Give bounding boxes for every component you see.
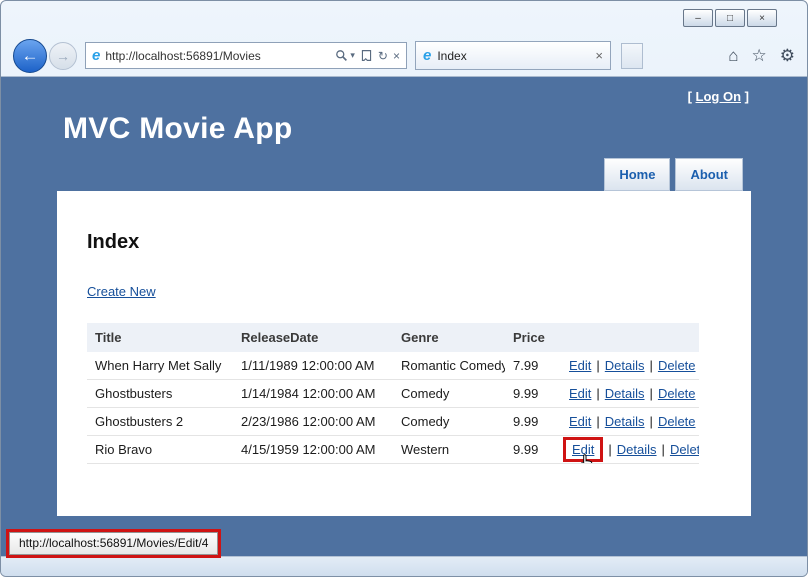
logon-bracket-open: [ — [688, 89, 692, 104]
address-bar[interactable]: e http://localhost:56891/Movies ▾ ↻ × — [85, 42, 407, 69]
search-dropdown-icon[interactable]: ▾ — [350, 50, 355, 61]
header-genre: Genre — [393, 323, 505, 352]
table-header-row: Title ReleaseDate Genre Price — [87, 323, 699, 352]
cell-actions: Edit | Details | Delete — [561, 352, 699, 380]
compatibility-view-icon[interactable] — [360, 49, 373, 62]
details-link[interactable]: Details — [605, 358, 645, 373]
content-card: Index Create New Title ReleaseDate Genre… — [57, 191, 751, 516]
separator: | — [596, 358, 599, 373]
stop-icon[interactable]: × — [393, 49, 400, 63]
table-row: Ghostbusters 2 2/23/1986 12:00:00 AM Com… — [87, 408, 699, 436]
table-row: Ghostbusters 1/14/1984 12:00:00 AM Comed… — [87, 380, 699, 408]
details-link[interactable]: Details — [605, 386, 645, 401]
separator: | — [650, 358, 653, 373]
forward-arrow-icon: → — [56, 48, 70, 64]
separator: | — [608, 442, 611, 457]
browser-toolbar: ← → e http://localhost:56891/Movies ▾ ↻ … — [1, 35, 807, 77]
cell-release-date: 1/14/1984 12:00:00 AM — [233, 380, 393, 408]
page-body: [ Log On ] MVC Movie App Home About Inde… — [1, 77, 807, 556]
cell-price: 9.99 — [505, 436, 561, 464]
gear-icon[interactable]: ⚙ — [780, 46, 795, 66]
separator: | — [650, 386, 653, 401]
browser-tab[interactable]: e Index × — [415, 41, 611, 70]
movies-table: Title ReleaseDate Genre Price When Harry… — [87, 323, 699, 464]
home-icon[interactable]: ⌂ — [728, 46, 738, 66]
tab-title: Index — [437, 49, 466, 63]
cell-title: Rio Bravo — [87, 436, 233, 464]
tab-ie-icon: e — [423, 47, 431, 64]
new-tab-button[interactable] — [621, 43, 643, 69]
cell-title: Ghostbusters — [87, 380, 233, 408]
page-title: Index — [87, 231, 721, 254]
separator: | — [650, 414, 653, 429]
logon-link[interactable]: Log On — [696, 89, 742, 104]
separator: | — [662, 442, 665, 457]
edit-link[interactable]: Edit — [569, 358, 591, 373]
table-row: Rio Bravo 4/15/1959 12:00:00 AM Western … — [87, 436, 699, 464]
cell-genre: Comedy — [393, 408, 505, 436]
header-release-date: ReleaseDate — [233, 323, 393, 352]
back-button[interactable]: ← — [13, 39, 47, 73]
cell-release-date: 2/23/1986 12:00:00 AM — [233, 408, 393, 436]
window-controls: – □ × — [683, 9, 777, 27]
cell-actions: Edit | Details | Delete — [561, 436, 699, 464]
main-nav: Home About — [57, 158, 751, 191]
edit-link[interactable]: Edit — [572, 442, 594, 457]
ie-icon: e — [92, 47, 100, 64]
edit-link[interactable]: Edit — [569, 414, 591, 429]
close-button[interactable]: × — [747, 9, 777, 27]
cell-release-date: 1/11/1989 12:00:00 AM — [233, 352, 393, 380]
table-row: When Harry Met Sally 1/11/1989 12:00:00 … — [87, 352, 699, 380]
cell-genre: Western — [393, 436, 505, 464]
nav-tab-home[interactable]: Home — [604, 158, 670, 191]
create-new-link[interactable]: Create New — [87, 284, 156, 299]
toolbar-right-icons: ⌂ ☆ ⚙ — [728, 46, 795, 66]
details-link[interactable]: Details — [605, 414, 645, 429]
delete-link[interactable]: Delete — [658, 386, 696, 401]
cell-price: 7.99 — [505, 352, 561, 380]
app-title: MVC Movie App — [63, 112, 751, 146]
delete-link[interactable]: Delete — [670, 442, 699, 457]
window-bottom-frame — [1, 556, 807, 576]
search-icon[interactable] — [335, 49, 348, 62]
nav-tab-about[interactable]: About — [675, 158, 743, 191]
back-arrow-icon: ← — [22, 46, 39, 66]
edit-link-highlight-box: Edit — [563, 437, 603, 462]
delete-link[interactable]: Delete — [658, 414, 696, 429]
status-url-highlight-box: http://localhost:56891/Movies/Edit/4 — [6, 529, 221, 558]
logon-bracket-close: ] — [745, 89, 749, 104]
favorites-star-icon[interactable]: ☆ — [752, 46, 767, 66]
cell-genre: Comedy — [393, 380, 505, 408]
delete-link[interactable]: Delete — [658, 358, 696, 373]
separator: | — [596, 386, 599, 401]
tab-close-icon[interactable]: × — [595, 48, 603, 63]
window-titlebar[interactable]: – □ × — [1, 1, 807, 35]
address-url[interactable]: http://localhost:56891/Movies — [105, 49, 330, 63]
edit-link[interactable]: Edit — [569, 386, 591, 401]
cell-actions: Edit | Details | Delete — [561, 408, 699, 436]
cell-release-date: 4/15/1959 12:00:00 AM — [233, 436, 393, 464]
header-price: Price — [505, 323, 561, 352]
maximize-button[interactable]: □ — [715, 9, 745, 27]
browser-window: – □ × ← → e http://localhost:56891/Movie… — [0, 0, 808, 577]
cell-price: 9.99 — [505, 380, 561, 408]
forward-button[interactable]: → — [49, 42, 77, 70]
details-link[interactable]: Details — [617, 442, 657, 457]
cell-genre: Romantic Comedy — [393, 352, 505, 380]
cell-title: When Harry Met Sally — [87, 352, 233, 380]
status-url-tooltip: http://localhost:56891/Movies/Edit/4 — [9, 532, 218, 555]
logon-area: [ Log On ] — [57, 85, 751, 104]
header-title: Title — [87, 323, 233, 352]
header-actions — [561, 323, 699, 352]
refresh-icon[interactable]: ↻ — [378, 49, 388, 63]
cell-actions: Edit | Details | Delete — [561, 380, 699, 408]
separator: | — [596, 414, 599, 429]
cell-title: Ghostbusters 2 — [87, 408, 233, 436]
cell-price: 9.99 — [505, 408, 561, 436]
minimize-button[interactable]: – — [683, 9, 713, 27]
